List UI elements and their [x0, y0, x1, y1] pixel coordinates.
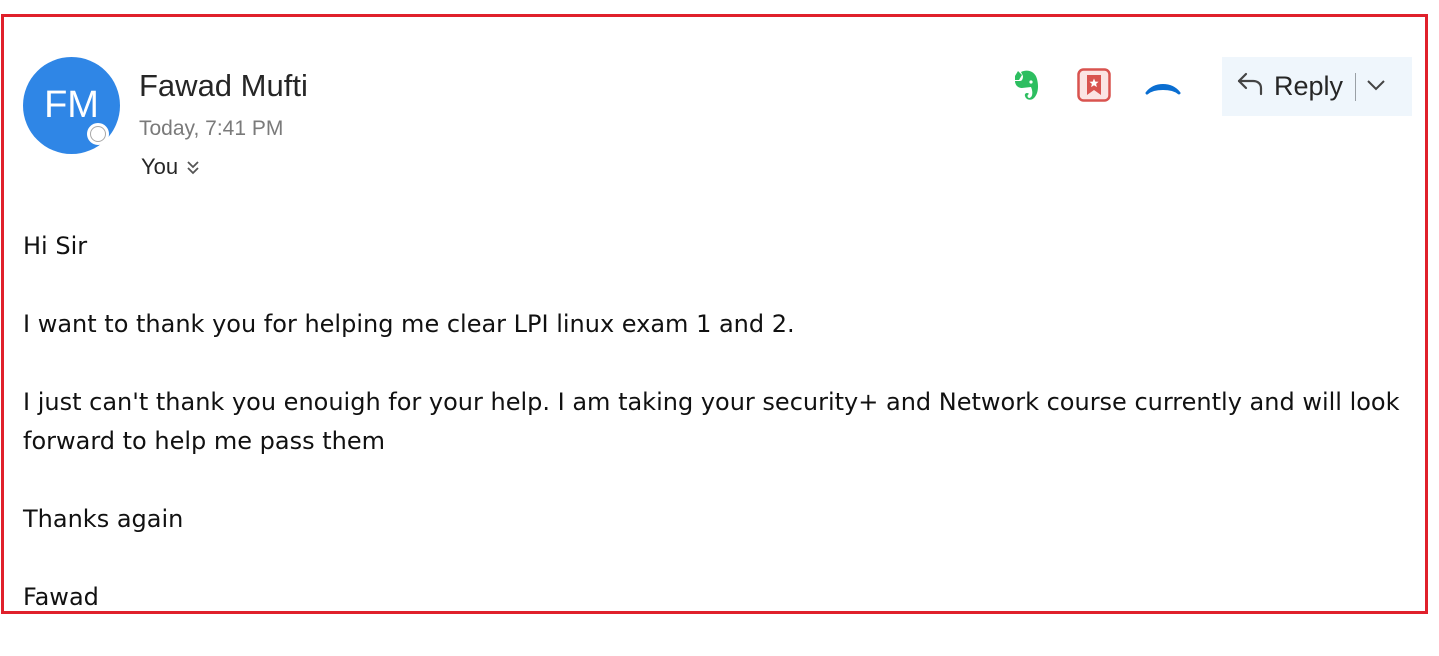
- email-reading-pane: FM Fawad Mufti Today, 7:41 PM You Reply …: [1, 14, 1428, 614]
- body-paragraph-1: I want to thank you for helping me clear…: [23, 310, 795, 338]
- recipient-label: You: [141, 154, 179, 179]
- message-timestamp: Today, 7:41 PM: [139, 117, 284, 140]
- recipient-line[interactable]: You: [141, 154, 200, 180]
- reply-label: Reply: [1274, 71, 1344, 101]
- evernote-icon[interactable]: [1009, 67, 1043, 103]
- presence-status-icon: [87, 123, 109, 145]
- reply-options-dropdown[interactable]: [1356, 57, 1396, 116]
- collapse-chevron-icon[interactable]: [1145, 77, 1181, 97]
- reply-arrow-icon: [1236, 70, 1264, 103]
- sender-name[interactable]: Fawad Mufti: [139, 68, 308, 104]
- body-greeting: Hi Sir: [23, 232, 88, 260]
- chevron-down-icon: [1366, 78, 1386, 96]
- bookmark-star-icon[interactable]: [1077, 68, 1111, 102]
- message-body: Hi Sir I want to thank you for helping m…: [23, 227, 1413, 656]
- body-paragraph-2: I just can't thank you enouigh for your …: [23, 388, 1400, 455]
- body-closing: Thanks again: [23, 505, 184, 533]
- reply-split-button: Reply: [1222, 57, 1412, 116]
- reply-button[interactable]: Reply: [1222, 57, 1343, 116]
- body-signature: Fawad: [23, 583, 99, 611]
- avatar-initials: FM: [44, 84, 99, 126]
- expand-recipients-icon[interactable]: [186, 159, 200, 175]
